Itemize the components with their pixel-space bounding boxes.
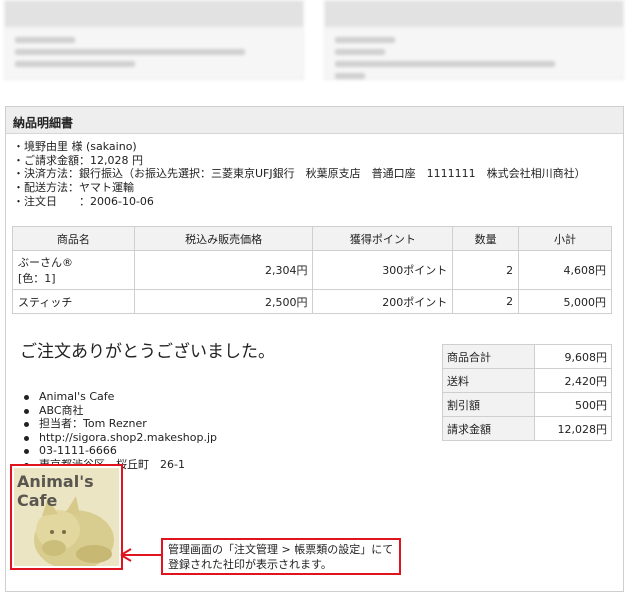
price-cell: 2,500円 [133, 289, 314, 314]
header-product-name: 商品名 [12, 226, 135, 251]
payment-method-line: ・決済方法：銀行振込（お振込先選択：三菱東京UFJ銀行 秋葉原支店 普通口座 1… [13, 167, 586, 181]
blurred-line [15, 61, 135, 67]
subtotal-cell: 4,608円 [518, 250, 612, 290]
blurred-line [335, 37, 395, 43]
product-name-cell: ぶーさん® [色：1] [12, 250, 135, 290]
header-subtotal: 小計 [518, 226, 612, 251]
totals-row: 請求金額 12,028円 [442, 416, 612, 441]
phone-number: 03-1111-6666 [23, 444, 217, 458]
blurred-line [335, 73, 365, 79]
company-name: ABC商社 [23, 404, 217, 418]
order-date-line: ・注文日 ：2006-10-06 [13, 194, 154, 208]
shipping-value: 2,420円 [534, 368, 612, 393]
seal-callout-note: 管理画面の「注文管理 > 帳票類の設定」にて 登録された社印が表示されます。 [161, 538, 401, 575]
subtotal-cell: 5,000円 [518, 289, 612, 314]
header-quantity: 数量 [452, 226, 520, 251]
shop-url: http://sigora.shop2.makeshop.jp [23, 430, 218, 444]
totals-row: 送料 2,420円 [442, 368, 612, 393]
totals-row: 商品合計 9,608円 [442, 344, 612, 369]
shipping-label: 送料 [442, 368, 535, 393]
discount-value: 500円 [534, 392, 612, 417]
seal-picture: Animal's Cafe [14, 468, 119, 566]
callout-line-1: 管理画面の「注文管理 > 帳票類の設定」にて [168, 543, 394, 556]
order-info: ・境野由里 様 (sakaino) ・ご請求金額：12,028 円 ・決済方法：… [13, 140, 586, 209]
panel-title: 納品明細書 [6, 107, 623, 134]
billing-address-header [5, 1, 303, 27]
points-cell: 300ポイント [312, 250, 454, 290]
points-cell: 200ポイント [312, 289, 454, 314]
billing-address-box [4, 0, 304, 80]
billing-amount-value: 12,028円 [534, 416, 612, 441]
products-total-value: 9,608円 [534, 344, 612, 369]
shipping-address-box [324, 0, 624, 80]
billing-amount-label: 請求金額 [442, 416, 535, 441]
totals-row: 割引額 500円 [442, 392, 612, 417]
thank-you-message: ご注文ありがとうございました。 [20, 342, 275, 362]
delivery-method-line: ・配送方法：ヤマト運輸 [13, 181, 134, 195]
price-cell: 2,304円 [133, 250, 314, 290]
contact-person: 担当者：Tom Rezner [23, 417, 217, 431]
blurred-line [335, 49, 385, 55]
table-row: スティッチ 2,500円 200ポイント 2 5,000円 [12, 289, 612, 314]
totals-table: 商品合計 9,608円 送料 2,420円 割引額 500円 請求金額 12,0… [442, 344, 612, 441]
quantity-cell: 2 [452, 289, 520, 314]
product-name: ぶーさん® [18, 256, 73, 269]
shop-name: Animal's Cafe [23, 390, 217, 404]
products-total-label: 商品合計 [442, 344, 535, 369]
seal-text: Animal's Cafe [17, 472, 94, 510]
discount-label: 割引額 [442, 392, 535, 417]
delivery-statement-panel: 納品明細書 ・境野由里 様 (sakaino) ・ご請求金額：12,028 円 … [5, 106, 624, 592]
product-option: [色：1] [18, 272, 56, 285]
blurred-line [335, 61, 555, 67]
items-table: 商品名 税込み販売価格 獲得ポイント 数量 小計 ぶーさん® [色：1] 2,3… [12, 226, 612, 314]
shipping-address-header [325, 1, 623, 27]
callout-arrow-icon [120, 548, 163, 562]
table-row: ぶーさん® [色：1] 2,304円 300ポイント 2 4,608円 [12, 250, 612, 290]
callout-line-2: 登録された社印が表示されます。 [168, 558, 332, 571]
company-seal-image: Animal's Cafe [10, 464, 123, 570]
billing-amount-line: ・ご請求金額：12,028 円 [13, 153, 143, 167]
header-points: 獲得ポイント [312, 226, 454, 251]
quantity-cell: 2 [452, 250, 520, 290]
header-price: 税込み販売価格 [133, 226, 314, 251]
blurred-line [15, 49, 245, 55]
product-name-cell: スティッチ [12, 289, 135, 314]
shop-info-list: Animal's Cafe ABC商社 担当者：Tom Rezner http:… [23, 390, 218, 472]
customer-name-line: ・境野由里 様 (sakaino) [13, 140, 137, 153]
items-table-header-row: 商品名 税込み販売価格 獲得ポイント 数量 小計 [12, 226, 612, 251]
blurred-line [15, 37, 75, 43]
